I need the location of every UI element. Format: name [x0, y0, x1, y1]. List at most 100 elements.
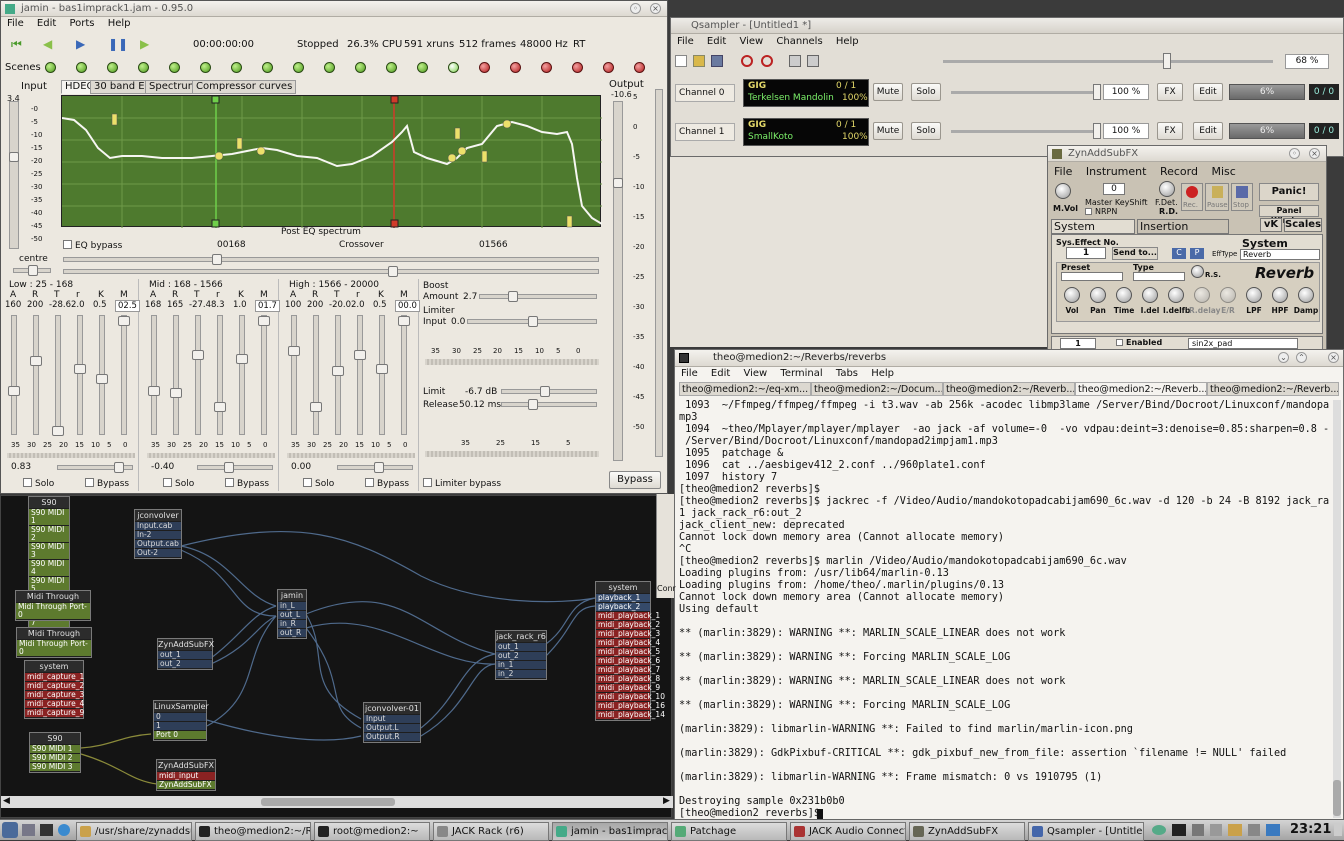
patch-node[interactable]: ZynAddSubFX out_1 out_2 — [157, 638, 214, 670]
new-icon[interactable] — [675, 55, 687, 67]
paste-button[interactable]: P — [1190, 248, 1204, 259]
channel-display[interactable]: GIG 0 / 1 SmallKoto 100% — [743, 118, 869, 146]
qsampler-titlebar[interactable]: Qsampler - [Untitled1 *] — [671, 18, 1343, 34]
zoom-spinbox[interactable]: 68 % — [1285, 54, 1329, 69]
band-solo-checkbox[interactable]: Solo — [303, 478, 334, 489]
terminal-tray-icon[interactable] — [1172, 824, 1186, 836]
pause-button[interactable]: Pause — [1205, 183, 1229, 211]
patch-port[interactable]: Port 0 — [154, 731, 206, 739]
input-balance-handle[interactable] — [28, 265, 38, 276]
master-volume-knob[interactable] — [1055, 183, 1071, 199]
jamin-menu-ports[interactable]: Ports — [69, 18, 94, 29]
patch-port[interactable]: midi_playback_1 — [596, 612, 660, 620]
effect-knob[interactable]: I.del — [1137, 285, 1163, 321]
band-param-handle[interactable] — [354, 350, 366, 360]
desktop-pager-icon[interactable] — [1334, 824, 1342, 836]
qsampler-menu-edit[interactable]: Edit — [707, 36, 726, 47]
patch-port[interactable]: out_R — [278, 629, 306, 637]
effect-knob[interactable]: Pan — [1085, 285, 1111, 321]
band-param-slider[interactable] — [30, 315, 42, 435]
effect-knob[interactable]: Damp — [1293, 285, 1319, 321]
terminal-menu-help[interactable]: Help — [871, 368, 894, 379]
taskbar-item[interactable]: theo@medion2:~/Re — [195, 822, 311, 841]
patch-port[interactable]: out_1 — [158, 651, 212, 659]
patch-node[interactable]: Midi Through Midi Through Port-0 — [15, 590, 91, 621]
terminal-launcher-icon[interactable] — [40, 824, 53, 836]
play-icon[interactable]: ▶ — [76, 38, 90, 50]
zyn-menu-file[interactable]: File — [1054, 165, 1072, 178]
sys-effect-no-field[interactable]: 1 — [1066, 247, 1106, 259]
nrpn-checkbox[interactable]: NRPN — [1085, 207, 1117, 216]
patch-port[interactable]: out_2 — [496, 652, 546, 660]
release-slider[interactable] — [501, 399, 597, 410]
patch-port[interactable]: midi_playback_16 — [596, 702, 665, 710]
maximize-icon[interactable]: ⌃ — [1296, 352, 1307, 363]
crossover-high-handle[interactable] — [388, 266, 398, 277]
patch-port[interactable]: playback_2 — [596, 603, 650, 611]
mute-button[interactable]: Mute — [873, 122, 903, 140]
patch-port[interactable]: S90 MIDI 1 — [30, 745, 80, 753]
tab-compressor-curves[interactable]: Compressor curves — [192, 80, 297, 94]
band-param-handle[interactable] — [192, 350, 204, 360]
patch-port[interactable]: In-2 — [135, 531, 181, 539]
taskbar-item[interactable]: JACK Rack (r6) — [433, 822, 549, 841]
patch-node[interactable]: system playback_1 playback_2 midi_playback_… — [595, 581, 665, 721]
terminal-scroll-thumb[interactable] — [1333, 780, 1341, 816]
patch-port[interactable]: Output.L — [364, 724, 420, 732]
band-param-value[interactable]: 02.5 — [115, 300, 140, 312]
taskbar-item-active[interactable]: jamin - bas1imprack — [552, 822, 668, 841]
patch-node[interactable]: ZynAddSubFX midi_input ZynAddSubFX — [156, 759, 216, 791]
rewind-icon[interactable]: ◀ — [43, 38, 57, 50]
vk-button[interactable]: vK — [1260, 218, 1282, 232]
patch-port[interactable]: S90 MIDI 2 — [30, 754, 80, 762]
panic-button[interactable]: Panic! — [1259, 183, 1319, 201]
qsampler-menu-file[interactable]: File — [677, 36, 694, 47]
send-to-button[interactable]: Send to... — [1112, 247, 1158, 260]
channel-remove-icon[interactable] — [807, 55, 819, 67]
terminal-menu-terminal[interactable]: Terminal — [780, 368, 822, 379]
boost-amount-slider[interactable] — [479, 291, 597, 302]
band-param-handle[interactable] — [74, 364, 86, 374]
patch-port[interactable]: midi_playback_4 — [596, 639, 660, 647]
patch-port[interactable]: out_L — [278, 611, 306, 619]
patch-node[interactable]: jconvolver-01 Input Output.L Output.R — [363, 702, 421, 743]
band-gain-handle[interactable] — [114, 462, 124, 473]
volume-slider-handle[interactable] — [1093, 123, 1101, 139]
rs-knob[interactable] — [1191, 265, 1204, 278]
volume-tray-icon[interactable] — [1192, 824, 1204, 836]
zoom-slider[interactable] — [943, 60, 1273, 63]
zyn-menu-misc[interactable]: Misc — [1211, 165, 1235, 178]
browser-launcher-icon[interactable] — [58, 824, 70, 836]
terminal-menu-tabs[interactable]: Tabs — [836, 368, 858, 379]
terminal-tab[interactable]: theo@medion2:~/Docum... — [811, 382, 943, 396]
effect-knob[interactable]: E/R — [1215, 285, 1241, 321]
channel-label[interactable]: Channel 1 — [675, 123, 735, 141]
band-param-slider[interactable] — [170, 315, 182, 435]
scene-button[interactable] — [603, 62, 614, 73]
effect-knob[interactable]: I.delfb — [1163, 285, 1190, 321]
scene-button[interactable] — [231, 62, 242, 73]
band-param-slider[interactable] — [74, 315, 86, 435]
type-select[interactable] — [1133, 272, 1185, 281]
scene-button[interactable] — [45, 62, 56, 73]
patch-port[interactable]: midi_capture_9 — [25, 709, 84, 717]
patchage-hscroll-thumb[interactable] — [261, 798, 395, 806]
scene-button[interactable] — [107, 62, 118, 73]
band-param-slider[interactable] — [310, 315, 322, 435]
effect-knob[interactable]: LPF — [1241, 285, 1267, 321]
band-param-slider[interactable] — [148, 315, 160, 435]
band-param-slider[interactable] — [192, 315, 204, 435]
patch-port[interactable]: S90 MIDI 1 — [29, 509, 69, 525]
scene-button[interactable] — [541, 62, 552, 73]
scene-button[interactable] — [355, 62, 366, 73]
volume-spinbox[interactable]: 100 % — [1103, 123, 1149, 139]
band-gain-handle[interactable] — [224, 462, 234, 473]
jamin-menu-help[interactable]: Help — [108, 18, 131, 29]
forward-icon[interactable]: ▶ — [140, 38, 154, 50]
scene-button[interactable] — [200, 62, 211, 73]
patch-node[interactable]: Midi Through Midi Through Port-0 — [16, 627, 92, 658]
patch-port[interactable]: in_L — [278, 602, 306, 610]
scroll-right-arrow[interactable]: ▶ — [663, 796, 670, 806]
record-button[interactable]: Rec. — [1181, 183, 1203, 211]
patch-port[interactable]: Midi Through Port-0 — [17, 640, 91, 656]
